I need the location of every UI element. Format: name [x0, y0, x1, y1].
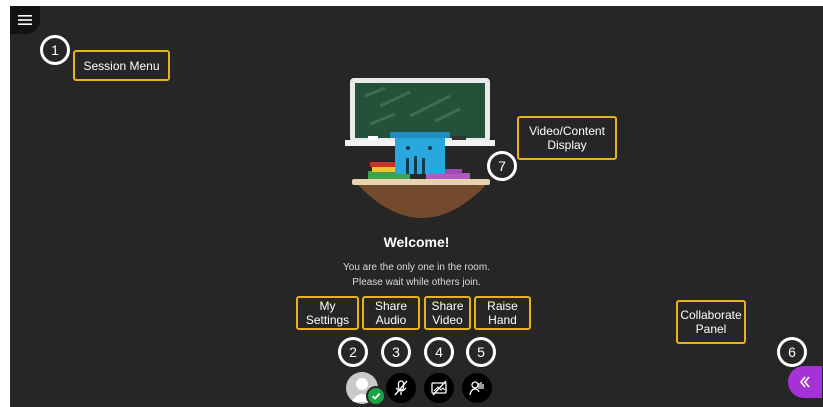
marker-3: 3 — [381, 337, 411, 367]
marker-4: 4 — [424, 337, 454, 367]
callout-raise-hand-line2: Hand — [488, 313, 517, 327]
marker-1: 1 — [40, 35, 70, 65]
callout-collaborate-line1: Collaborate — [680, 308, 742, 322]
session-menu-button[interactable] — [10, 6, 40, 34]
welcome-message-line1: You are the only one in the room. — [343, 262, 490, 273]
callout-raise-hand: Raise Hand — [474, 296, 531, 330]
microphone-muted-icon — [394, 380, 408, 396]
callout-share-video-line1: Share — [431, 299, 464, 313]
welcome-title: Welcome! — [383, 234, 450, 250]
welcome-message-line2: Please wait while others join. — [352, 277, 481, 288]
share-audio-button[interactable] — [386, 373, 416, 403]
callout-my-settings: My Settings — [296, 296, 359, 330]
callout-my-settings-line1: My — [319, 299, 336, 313]
callout-collaborate-panel: Collaborate Panel — [676, 300, 746, 344]
callout-my-settings-line2: Settings — [305, 313, 350, 327]
check-icon — [371, 392, 381, 400]
raise-hand-button[interactable] — [462, 373, 492, 403]
camera-off-icon — [431, 380, 447, 396]
marker-2: 2 — [338, 337, 368, 367]
callout-raise-hand-line1: Raise — [487, 299, 518, 313]
collaborate-panel-toggle-button[interactable] — [788, 366, 822, 398]
welcome-illustration — [345, 78, 495, 218]
callout-share-audio: Share Audio — [362, 296, 420, 330]
callout-video-content-line2: Display — [547, 138, 587, 152]
status-badge — [366, 386, 386, 406]
callout-collaborate-line2: Panel — [695, 322, 727, 336]
callout-session-menu: Session Menu — [73, 50, 170, 81]
raise-hand-icon — [469, 381, 484, 396]
double-chevron-left-icon — [799, 376, 810, 388]
marker-7: 7 — [487, 151, 517, 181]
share-video-button[interactable] — [424, 373, 454, 403]
marker-5: 5 — [466, 337, 496, 367]
callout-video-content-display: Video/Content Display — [517, 116, 617, 160]
hamburger-menu-icon — [18, 15, 32, 25]
callout-share-video: Share Video — [424, 296, 471, 330]
session-stage: 1 Session Menu Video/Content Display 7 W… — [10, 6, 823, 407]
marker-6: 6 — [777, 337, 807, 367]
callout-share-audio-line1: Share — [374, 299, 408, 313]
callout-share-video-line2: Video — [432, 313, 463, 327]
callout-video-content-line1: Video/Content — [529, 124, 605, 138]
callout-share-audio-line2: Audio — [375, 313, 407, 327]
